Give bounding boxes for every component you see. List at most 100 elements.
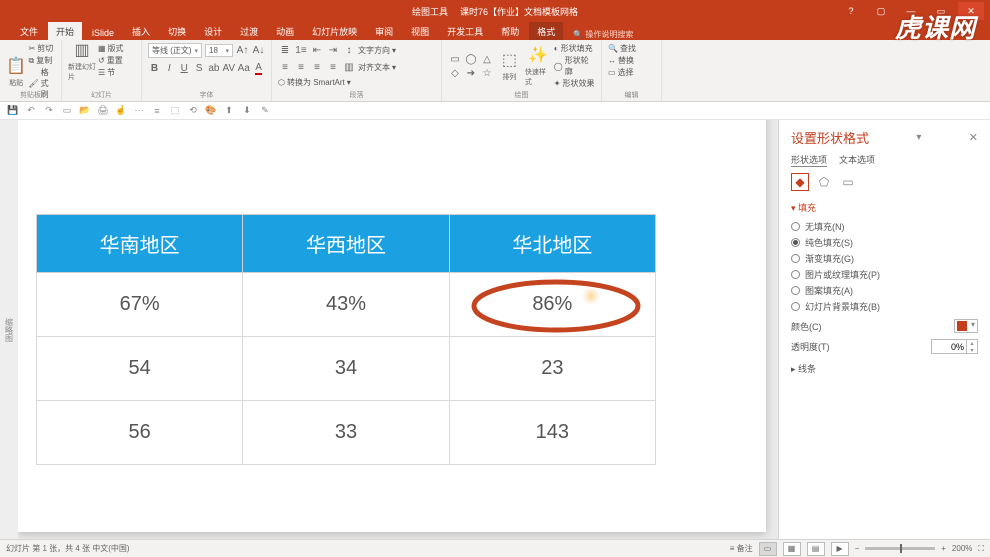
section-button[interactable]: ☰ 节 bbox=[98, 67, 124, 78]
table-cell[interactable]: 56 bbox=[37, 401, 243, 465]
pane-close-button[interactable]: ✕ bbox=[969, 131, 978, 144]
tab-view[interactable]: 视图 bbox=[403, 22, 437, 40]
qat-new-icon[interactable]: ▭ bbox=[60, 104, 74, 118]
maximize-button[interactable]: ▭ bbox=[928, 2, 954, 20]
zoom-in-button[interactable]: + bbox=[941, 544, 946, 553]
qat-save-icon[interactable]: 💾 bbox=[6, 104, 20, 118]
table-cell[interactable]: 67% bbox=[37, 273, 243, 337]
tab-animations[interactable]: 动画 bbox=[268, 22, 302, 40]
replace-button[interactable]: ↔ 替换 bbox=[608, 55, 655, 66]
align-right-icon[interactable]: ≡ bbox=[310, 60, 324, 74]
arrange-button[interactable]: ⬚排列 bbox=[496, 49, 523, 83]
qat-bringfwd-icon[interactable]: ⬆ bbox=[222, 104, 236, 118]
tab-text-options[interactable]: 文本选项 bbox=[839, 153, 875, 167]
fill-gradient-radio[interactable]: 渐变填充(G) bbox=[791, 252, 978, 265]
find-button[interactable]: 🔍 查找 bbox=[608, 43, 655, 54]
zoom-level[interactable]: 200% bbox=[952, 544, 972, 553]
sorter-view-button[interactable]: ▦ bbox=[783, 542, 801, 556]
tab-shape-options[interactable]: 形状选项 bbox=[791, 153, 827, 167]
reset-button[interactable]: ↺ 重置 bbox=[98, 55, 124, 66]
shape-outline-button[interactable]: ◯ 形状轮廓 bbox=[554, 55, 595, 77]
zoom-out-button[interactable]: − bbox=[855, 544, 860, 553]
zoom-slider[interactable] bbox=[865, 547, 935, 550]
fill-slidebg-radio[interactable]: 幻灯片背景填充(B) bbox=[791, 300, 978, 313]
quick-styles-button[interactable]: ✨快速样式 bbox=[525, 49, 552, 83]
fill-solid-radio[interactable]: 纯色填充(S) bbox=[791, 236, 978, 249]
indent-dec-icon[interactable]: ⇤ bbox=[310, 43, 324, 57]
qat-format-icon[interactable]: ✎ bbox=[258, 104, 272, 118]
qat-group-icon[interactable]: ⬚ bbox=[168, 104, 182, 118]
columns-icon[interactable]: ▥ bbox=[342, 60, 356, 74]
tab-transitions2[interactable]: 过渡 bbox=[232, 22, 266, 40]
slide-canvas[interactable]: 华南地区 华西地区 华北地区 67% 43% 86% bbox=[18, 120, 778, 539]
qat-open-icon[interactable]: 📂 bbox=[78, 104, 92, 118]
shape-gallery[interactable]: ▭ bbox=[448, 52, 462, 66]
section-fill[interactable]: ▾ 填充 bbox=[791, 201, 978, 214]
fill-line-tab-icon[interactable]: ◆ bbox=[791, 173, 809, 191]
tab-developer[interactable]: 开发工具 bbox=[439, 22, 491, 40]
case-icon[interactable]: Aa bbox=[237, 61, 250, 75]
qat-rotate-icon[interactable]: ⟲ bbox=[186, 104, 200, 118]
table-cell[interactable]: 43% bbox=[243, 273, 449, 337]
tab-transition[interactable]: 切换 bbox=[160, 22, 194, 40]
new-slide-button[interactable]: ▥新建幻灯片 bbox=[68, 44, 96, 78]
align-center-icon[interactable]: ≡ bbox=[294, 60, 308, 74]
pane-dropdown-icon[interactable]: ▾ bbox=[916, 132, 921, 143]
shape-gallery2[interactable]: ◯ bbox=[464, 52, 478, 66]
tab-slideshow[interactable]: 幻灯片放映 bbox=[304, 22, 365, 40]
line-spacing-icon[interactable]: ↕ bbox=[342, 43, 356, 57]
tab-file[interactable]: 文件 bbox=[12, 22, 46, 40]
layout-button[interactable]: ▦ 版式 bbox=[98, 43, 124, 54]
table-cell-highlighted[interactable]: 86% bbox=[449, 273, 655, 337]
table-cell[interactable]: 23 bbox=[449, 337, 655, 401]
qat-align-icon[interactable]: ≡ bbox=[150, 104, 164, 118]
italic-icon[interactable]: I bbox=[163, 61, 176, 75]
fill-picture-radio[interactable]: 图片或纹理填充(P) bbox=[791, 268, 978, 281]
tab-review[interactable]: 审阅 bbox=[367, 22, 401, 40]
shape-gallery5[interactable]: ➔ bbox=[464, 66, 478, 80]
shape-gallery3[interactable]: △ bbox=[480, 52, 494, 66]
close-button[interactable]: ✕ bbox=[958, 2, 984, 20]
table-cell[interactable]: 143 bbox=[449, 401, 655, 465]
notes-button[interactable]: ≡ 备注 bbox=[730, 543, 753, 554]
font-color-icon[interactable]: A bbox=[252, 61, 265, 75]
qat-sendback-icon[interactable]: ⬇ bbox=[240, 104, 254, 118]
minimize-button[interactable]: — bbox=[898, 2, 924, 20]
slideshow-view-button[interactable]: ▶ bbox=[831, 542, 849, 556]
shrink-font-icon[interactable]: A↓ bbox=[252, 44, 265, 58]
tab-design[interactable]: 设计 bbox=[196, 22, 230, 40]
bullets-icon[interactable]: ≣ bbox=[278, 43, 292, 57]
transparency-input[interactable] bbox=[932, 340, 966, 353]
tab-islide[interactable]: iSlide bbox=[84, 25, 122, 40]
section-line[interactable]: ▸ 线条 bbox=[791, 362, 978, 375]
paste-button[interactable]: 📋粘贴 bbox=[6, 55, 27, 89]
table-header[interactable]: 华北地区 bbox=[449, 215, 655, 273]
strike-icon[interactable]: S bbox=[193, 61, 206, 75]
qat-redo-icon[interactable]: ↷ bbox=[42, 104, 56, 118]
font-family-select[interactable]: 等线 (正文)▾ bbox=[148, 43, 202, 58]
table-cell[interactable]: 33 bbox=[243, 401, 449, 465]
grow-font-icon[interactable]: A↑ bbox=[236, 44, 249, 58]
numbering-icon[interactable]: 1≡ bbox=[294, 43, 308, 57]
copy-button[interactable]: ⧉ 复制 bbox=[29, 55, 55, 66]
shape-gallery4[interactable]: ◇ bbox=[448, 66, 462, 80]
select-button[interactable]: ▭ 选择 bbox=[608, 67, 655, 78]
tab-help[interactable]: 帮助 bbox=[493, 22, 527, 40]
qat-touch-icon[interactable]: ☝ bbox=[114, 104, 128, 118]
text-direction-button[interactable]: 文字方向▾ bbox=[358, 45, 396, 56]
tab-format-context[interactable]: 格式 bbox=[529, 22, 563, 40]
fill-none-radio[interactable]: 无填充(N) bbox=[791, 220, 978, 233]
indent-inc-icon[interactable]: ⇥ bbox=[326, 43, 340, 57]
bold-icon[interactable]: B bbox=[148, 61, 161, 75]
spacing-icon[interactable]: AV bbox=[222, 61, 235, 75]
smartart-button[interactable]: ⬡ 转换为 SmartArt▾ bbox=[278, 77, 351, 88]
fit-window-button[interactable]: ⛶ bbox=[978, 544, 984, 554]
spin-up-icon[interactable]: ▴ bbox=[967, 340, 977, 347]
justify-icon[interactable]: ≡ bbox=[326, 60, 340, 74]
transparency-spinner[interactable]: ▴▾ bbox=[931, 339, 978, 354]
shape-effects-button[interactable]: ✦ 形状效果 bbox=[554, 78, 595, 89]
align-left-icon[interactable]: ≡ bbox=[278, 60, 292, 74]
tab-home[interactable]: 开始 bbox=[48, 22, 82, 40]
ribbon-options-button[interactable]: ▢ bbox=[868, 2, 894, 20]
font-size-select[interactable]: 18▾ bbox=[205, 44, 233, 57]
